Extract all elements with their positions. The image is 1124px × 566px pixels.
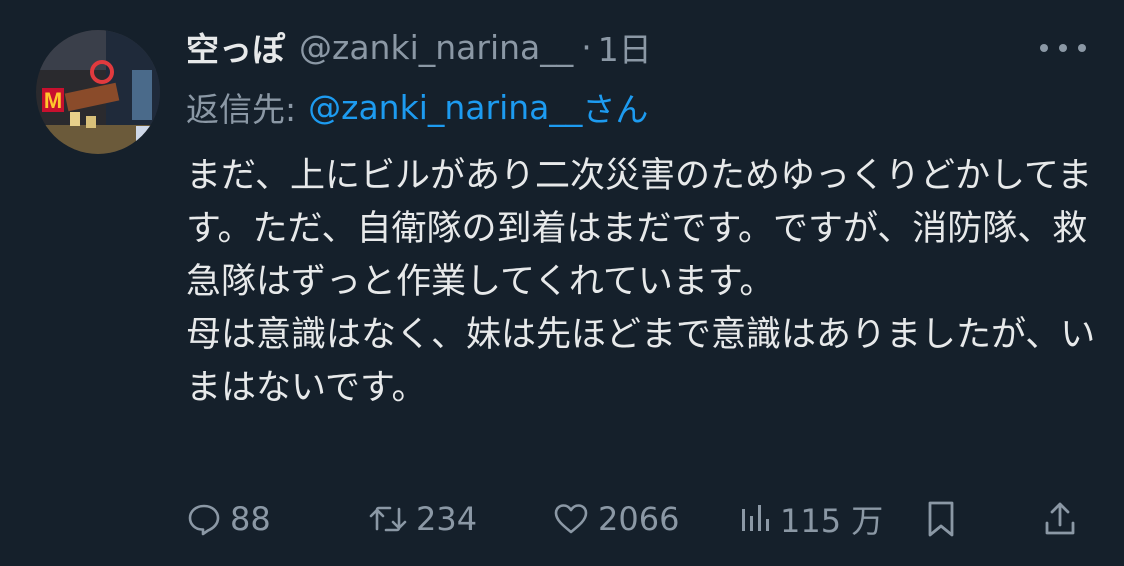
- reply-mention-suffix: さん: [582, 90, 649, 129]
- timestamp[interactable]: 1日: [598, 23, 652, 71]
- tweet-text: まだ、上にビルがあり二次災害のためゆっくりどかしてます。ただ、自衛隊の到着はまだ…: [186, 150, 1096, 415]
- separator-dot: ·: [581, 27, 592, 67]
- heart-icon: [554, 504, 588, 534]
- reply-count: 88: [230, 500, 271, 538]
- comment-icon: [188, 504, 220, 536]
- tweet-header: 空っぽ @zanki_narina__ · 1日: [186, 22, 652, 72]
- reply-to-line: 返信先: @zanki_narina__ さん: [186, 82, 648, 132]
- bookmark-icon: [928, 501, 954, 537]
- share-icon: [1045, 502, 1075, 535]
- reply-mention-link[interactable]: @zanki_narina__: [308, 88, 582, 127]
- views-count: 115 万: [780, 502, 884, 540]
- display-name[interactable]: 空っぽ: [186, 23, 285, 71]
- share-button[interactable]: [1042, 496, 1078, 542]
- action-bar: 88 234 2066 115 万: [186, 496, 1086, 542]
- svg-text:M: M: [44, 88, 62, 113]
- like-count: 2066: [598, 500, 680, 538]
- avatar[interactable]: M: [36, 30, 160, 154]
- bookmark-button[interactable]: [924, 496, 958, 542]
- repost-icon: [369, 506, 407, 532]
- like-button[interactable]: 2066: [552, 496, 679, 542]
- tweet-paragraph: まだ、上にビルがあり二次災害のためゆっくりどかしてます。ただ、自衛隊の到着はまだ…: [186, 156, 1093, 302]
- reply-button[interactable]: 88: [186, 496, 271, 542]
- reply-label: 返信先:: [186, 90, 297, 129]
- analytics-icon: [742, 505, 769, 531]
- repost-button[interactable]: 234: [368, 496, 477, 542]
- views-button[interactable]: 115 万: [738, 496, 883, 542]
- user-handle[interactable]: @zanki_narina__: [299, 28, 573, 67]
- tweet-paragraph: 母は意識はなく、妹は先ほどまで意識はありましたが、いまはないです。: [186, 315, 1096, 408]
- repost-count: 234: [416, 500, 478, 538]
- more-horizontal-icon[interactable]: [1040, 34, 1086, 62]
